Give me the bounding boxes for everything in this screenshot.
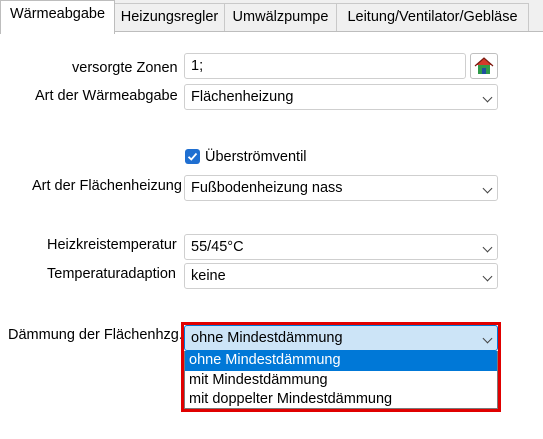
art-waermeabgabe-select[interactable]: Flächenheizung — [184, 84, 498, 110]
tab-umwaelzpumpe[interactable]: Umwälzpumpe — [224, 3, 337, 31]
chevron-down-icon — [482, 183, 493, 194]
heizkreistemperatur-select[interactable]: 55/45°C — [184, 234, 498, 260]
tab-leitung-ventilator-geblaese[interactable]: Leitung/Ventilator/Gebläse — [336, 3, 529, 31]
art-flaechenheizung-select[interactable]: Fußbodenheizung nass — [184, 175, 498, 201]
art-flaechenheizung-label: Art der Flächenheizung — [32, 178, 182, 194]
temperaturadaption-value: keine — [191, 268, 226, 284]
chevron-down-icon — [482, 333, 493, 344]
house-icon — [474, 57, 494, 74]
chevron-down-icon — [482, 242, 493, 253]
temperaturadaption-label: Temperaturadaption — [47, 266, 176, 282]
tab-heizungsregler[interactable]: Heizungsregler — [114, 3, 225, 31]
daemmung-value: ohne Mindestdämmung — [191, 330, 343, 346]
versorgte-zonen-label: versorgte Zonen — [72, 60, 178, 76]
daemmung-dropdown-list: ohne Mindestdämmung mit Mindestdämmung m… — [184, 351, 498, 409]
heizkreistemperatur-value: 55/45°C — [191, 239, 244, 255]
dropdown-option[interactable]: mit doppelter Mindestdämmung — [185, 390, 497, 410]
tab-bar: Wärmeabgabe Heizungsregler Umwälzpumpe L… — [0, 0, 543, 34]
heizkreistemperatur-label: Heizkreistemperatur — [47, 237, 177, 253]
dropdown-option[interactable]: ohne Mindestdämmung — [185, 351, 497, 371]
versorgte-zonen-input[interactable]: 1; — [184, 53, 466, 79]
ueberstroemventil-checkbox[interactable] — [185, 149, 200, 164]
chevron-down-icon — [482, 92, 493, 103]
temperaturadaption-select[interactable]: keine — [184, 263, 498, 289]
art-waermeabgabe-value: Flächenheizung — [191, 89, 294, 105]
checkmark-icon — [187, 152, 198, 161]
art-flaechenheizung-value: Fußbodenheizung nass — [191, 180, 343, 196]
daemmung-select[interactable]: ohne Mindestdämmung — [184, 325, 498, 351]
dropdown-option[interactable]: mit Mindestdämmung — [185, 371, 497, 391]
daemmung-label: Dämmung der Flächenhzg. — [8, 327, 183, 343]
ueberstroemventil-label[interactable]: Überströmventil — [205, 147, 307, 167]
art-waermeabgabe-label: Art der Wärmeabgabe — [35, 88, 178, 104]
zonen-select-button[interactable] — [470, 53, 498, 79]
chevron-down-icon — [482, 271, 493, 282]
tab-waermeabgabe[interactable]: Wärmeabgabe — [0, 0, 115, 34]
